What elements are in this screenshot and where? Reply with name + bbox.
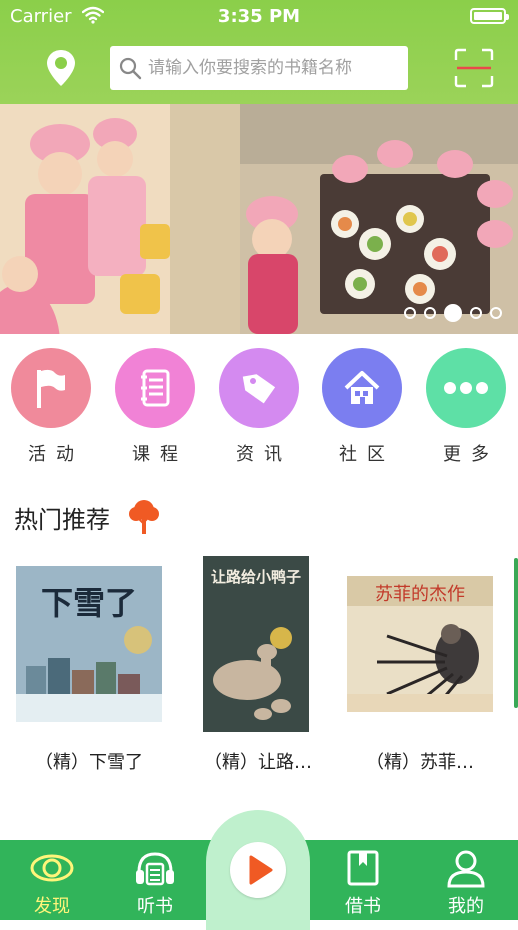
- carousel-dot[interactable]: [424, 307, 436, 319]
- house-icon: [322, 348, 402, 428]
- book-title: （精）让路…: [204, 752, 312, 773]
- carousel-dot[interactable]: [490, 307, 502, 319]
- book-cover[interactable]: 让路给小鸭子: [203, 556, 309, 732]
- banner-photo: [0, 104, 518, 334]
- category-notebook[interactable]: 课程: [114, 348, 196, 466]
- user-icon: [444, 848, 488, 888]
- tab-label: 发现: [34, 896, 70, 917]
- category-row: 活动 课程 资讯 社区 更多: [0, 348, 518, 468]
- tab-label: 借书: [345, 896, 381, 917]
- category-label: 活动: [28, 444, 84, 465]
- category-label: 课程: [132, 444, 188, 465]
- battery-icon: [470, 8, 509, 24]
- carousel-dot[interactable]: [404, 307, 416, 319]
- category-label: 社区: [339, 444, 395, 465]
- tab-eye[interactable]: 发现: [7, 840, 97, 920]
- search-box[interactable]: [110, 46, 408, 90]
- svg-text:下雪了: 下雪了: [41, 584, 137, 622]
- bookmark-book-icon: [341, 848, 385, 888]
- banner-carousel[interactable]: [0, 104, 518, 334]
- status-bar: Carrier 3:35 PM: [0, 0, 518, 34]
- book-title: （精）苏菲…: [366, 752, 474, 773]
- category-tag[interactable]: 资讯: [218, 348, 300, 466]
- eye-icon: [30, 848, 74, 888]
- search-input[interactable]: [148, 46, 403, 90]
- tag-icon: [219, 348, 299, 428]
- flag-icon: [11, 348, 91, 428]
- search-icon: [119, 57, 142, 80]
- status-time: 3:35 PM: [217, 6, 301, 27]
- carousel-dots: [404, 304, 502, 322]
- headphones-icon: [133, 848, 177, 888]
- location-pin-icon[interactable]: [44, 48, 78, 88]
- scrollbar[interactable]: [514, 558, 518, 708]
- category-label: 资讯: [236, 444, 292, 465]
- category-more[interactable]: 更多: [425, 348, 507, 466]
- hot-book-list: 下雪了 （精）下雪了 让路给小鸭子 （精）让路… 苏菲的杰作 （精）苏菲…: [0, 556, 518, 776]
- book-cover[interactable]: 苏菲的杰作: [347, 576, 493, 712]
- svg-text:让路给小鸭子: 让路给小鸭子: [211, 568, 301, 586]
- tab-label: 我的: [448, 896, 484, 917]
- scan-icon[interactable]: [454, 48, 494, 88]
- carousel-dot[interactable]: [444, 304, 462, 322]
- play-icon: [249, 855, 273, 885]
- tab-bookmark-book[interactable]: 借书: [318, 840, 408, 920]
- play-button[interactable]: [230, 842, 286, 898]
- more-icon: [426, 348, 506, 428]
- top-header: Carrier 3:35 PM: [0, 0, 518, 104]
- tab-headphones[interactable]: 听书: [110, 840, 200, 920]
- tree-icon: [129, 500, 159, 534]
- hot-section-title: 热门推荐: [14, 506, 110, 534]
- tab-user[interactable]: 我的: [421, 840, 511, 920]
- book-title: （精）下雪了: [35, 752, 143, 773]
- carousel-dot[interactable]: [470, 307, 482, 319]
- category-flag[interactable]: 活动: [10, 348, 92, 466]
- notebook-icon: [115, 348, 195, 428]
- svg-text:苏菲的杰作: 苏菲的杰作: [375, 584, 465, 605]
- book-cover[interactable]: 下雪了: [16, 566, 162, 722]
- category-label: 更多: [443, 444, 499, 465]
- category-house[interactable]: 社区: [321, 348, 403, 466]
- tab-label: 听书: [137, 896, 173, 917]
